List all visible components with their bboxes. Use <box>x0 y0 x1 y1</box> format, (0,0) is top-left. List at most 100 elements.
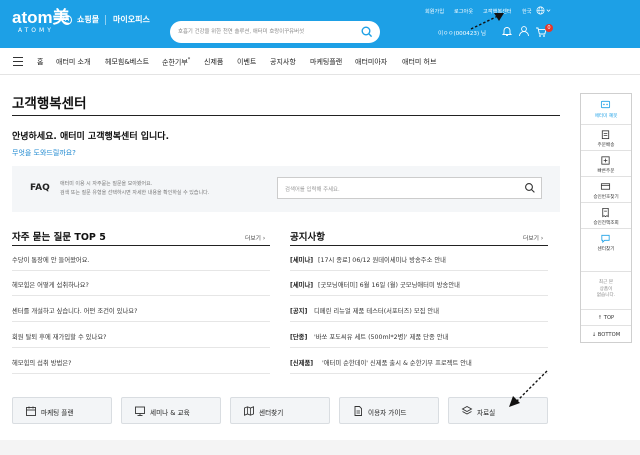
scroll-bottom-button[interactable]: ↓ BOTTOM <box>581 327 631 343</box>
gnb-marketing-plan[interactable]: 마케팅플랜 <box>310 57 342 67</box>
faq-item-text: 회원 탈퇴 후에 재가입할 수 있나요? <box>12 334 107 341</box>
faq-item[interactable]: 센터를 개설하고 싶습니다. 어떤 조건이 있나요? <box>12 300 270 322</box>
gnb-events[interactable]: 이벤트 <box>237 57 256 67</box>
center-finder-button[interactable]: 센터찾기 <box>230 397 330 424</box>
faq-top5-divider <box>12 245 270 246</box>
chevron-down-icon <box>546 9 551 12</box>
marketing-plan-button[interactable]: 마케팅 플랜 <box>12 397 112 424</box>
faq-more-link[interactable]: 더보기 › <box>245 233 265 242</box>
map-icon <box>244 406 254 416</box>
chat-bubble-icon <box>601 234 610 244</box>
title-divider <box>12 115 560 116</box>
footer-strip <box>0 440 640 455</box>
quick-menu-order-delivery[interactable]: 주문배송 <box>581 126 631 151</box>
quick-menu-center-finder[interactable]: 센터찾기 <box>581 230 631 272</box>
quick-order-icon <box>601 156 610 165</box>
layers-icon <box>461 405 473 415</box>
notice-tag: [세미나] <box>290 257 314 264</box>
greeting-text: 안녕하세요. 애터미 고객행복센터 입니다. <box>12 132 169 142</box>
user-guide-label: 이용자 가이드 <box>368 409 407 417</box>
header-divider <box>105 15 106 25</box>
search-icon[interactable] <box>524 182 536 194</box>
gnb-notices[interactable]: 공지사항 <box>270 57 296 67</box>
notice-item[interactable]: [세미나] [17시 종료] 06/12 원데이세미나 방송주소 안내 <box>290 249 548 271</box>
faq-search-input[interactable]: 검색어를 입력해 주세요. <box>277 177 542 199</box>
page-title: 고객행복센터 <box>12 96 87 112</box>
center-finder-label: 센터찾기 <box>259 409 284 417</box>
quick-menu-atomy-bot[interactable]: 애터미 혜봇 <box>581 94 631 125</box>
faq-description-1: 애터미 이용 시 자주묻는 질문을 모아봤어요. <box>60 181 153 187</box>
gnb-hemohim-best[interactable]: 헤모힘&베스트 <box>105 57 149 67</box>
gnb-atomy-aja[interactable]: 애터미아자 <box>355 57 387 67</box>
recent-products-box: 최근 본 상품이 없습니다. <box>581 272 631 310</box>
user-icon[interactable] <box>518 25 530 37</box>
logout-link[interactable]: 로그아웃 <box>454 8 473 15</box>
faq-item[interactable]: 수당이 통장에 안 들어왔어요. <box>12 249 270 271</box>
globe-icon[interactable] <box>536 6 545 15</box>
gnb-atomy-hub[interactable]: 애터미 허브 <box>402 57 436 67</box>
faq-item[interactable]: 헤모힘은 어떻게 섭취하나요? <box>12 274 270 296</box>
faq-item-text: 헤모힘의 섭취 방법은? <box>12 360 72 367</box>
notice-text: 디페린 리뉴얼 제품 테스터(서포터즈) 모집 안내 <box>314 308 439 315</box>
faq-search-panel: FAQ 애터미 이용 시 자주묻는 질문을 모아봤어요. 검색 또는 질문 유형… <box>12 166 560 212</box>
notice-more-link[interactable]: 더보기 › <box>523 233 543 242</box>
notice-divider <box>290 245 548 246</box>
top-header: atom美 ATOMY A 쇼핑몰 마이오피스 호흡기 건강을 위한 천연 솔루… <box>0 0 640 48</box>
search-placeholder: 호흡기 건강을 위한 천연 솔루션, 애터미 호랑이꾸유버섯 <box>178 29 305 35</box>
recent-text: 없습니다. <box>596 293 616 298</box>
help-link[interactable]: 무엇을 도와드릴까요? <box>12 148 76 158</box>
quick-menu-label: 승인전액조회 <box>593 221 619 226</box>
gnb-new-mark: * <box>187 57 191 63</box>
gnb-new-products[interactable]: 신제품 <box>204 57 223 67</box>
faq-item-text: 수당이 통장에 안 들어왔어요. <box>12 257 90 264</box>
brand-circle-icon[interactable]: A <box>62 15 72 25</box>
quick-menu-quick-order[interactable]: 빠른주문 <box>581 152 631 177</box>
quick-menu-approval-search[interactable]: 승인번호찾기 <box>581 178 631 203</box>
gnb-about[interactable]: 애터미 소개 <box>56 57 90 67</box>
gnb-home[interactable]: 홈 <box>37 57 43 67</box>
faq-description-2: 검색 또는 질문 유형을 선택하시면 자세한 내용을 확인하실 수 있습니다. <box>60 190 210 196</box>
document-icon <box>354 406 362 416</box>
receipt-icon <box>602 207 609 218</box>
faq-item[interactable]: 헤모힘의 섭취 방법은? <box>12 352 270 374</box>
logo-subtext: ATOMY <box>18 27 54 34</box>
search-icon[interactable] <box>360 25 374 39</box>
scroll-top-button[interactable]: ↑ TOP <box>581 310 631 326</box>
notice-text: [17시 종료] 06/12 원데이세미나 방송주소 안내 <box>318 257 446 264</box>
main-search-box[interactable]: 호흡기 건강을 위한 천연 솔루션, 애터미 호랑이꾸유버섯 <box>170 21 380 43</box>
faq-top5-title: 자주 묻는 질문 TOP 5 <box>12 232 106 243</box>
quick-menu-label: 빠른주문 <box>597 169 615 174</box>
hamburger-menu-icon[interactable] <box>13 57 23 66</box>
user-guide-button[interactable]: 이용자 가이드 <box>339 397 439 424</box>
notice-tag: [신제품] <box>290 360 314 367</box>
signup-link[interactable]: 회원가입 <box>425 8 444 15</box>
notice-item[interactable]: [세미나] [굿모닝애터미] 6월 16일 (월) 굿모닝애터미 방송안내 <box>290 274 548 296</box>
logo-wordmark: atom美 <box>12 8 70 27</box>
marketing-plan-label: 마케팅 플랜 <box>41 409 74 417</box>
notice-item[interactable]: [신제품] '애터미 순한데이' 신제품 출시 & 순한기부 프로젝트 안내 <box>290 352 548 374</box>
notice-text: '바쏘 포도씨유 세트 (500ml*2병)' 제품 단종 안내 <box>314 334 449 341</box>
notice-title: 공지사항 <box>290 232 325 243</box>
notice-tag: [단종] <box>290 334 308 341</box>
gnb-donation[interactable]: 순한기부* <box>162 57 190 67</box>
approval-icon <box>600 183 611 190</box>
seminar-education-button[interactable]: 세미나 & 교육 <box>121 397 221 424</box>
notice-tag: [세미나] <box>290 282 314 289</box>
customer-center-link[interactable]: 고객행복센터 <box>483 8 512 15</box>
gnb-donation-label: 순한기부 <box>162 58 188 67</box>
language-select[interactable]: 한국 <box>522 8 532 15</box>
quick-menu-label: 애터미 혜봇 <box>594 114 618 119</box>
presentation-icon <box>135 406 145 416</box>
notice-item[interactable]: [공지] 디페린 리뉴얼 제품 테스터(서포터즈) 모집 안내 <box>290 300 548 322</box>
seminar-education-label: 세미나 & 교육 <box>150 409 190 417</box>
notice-item[interactable]: [단종] '바쏘 포도씨유 세트 (500ml*2병)' 제품 단종 안내 <box>290 326 548 348</box>
quick-menu-label: 센터찾기 <box>597 247 615 252</box>
resources-label: 자료실 <box>477 409 496 417</box>
nav-my-office[interactable]: 마이오피스 <box>113 14 150 25</box>
quick-menu-approval-amount[interactable]: 승인전액조회 <box>581 204 631 229</box>
resources-button[interactable]: 자료실 <box>448 397 548 424</box>
atomy-logo[interactable]: atom美 ATOMY <box>12 9 70 34</box>
bell-icon[interactable] <box>501 25 513 37</box>
nav-shopping-mall[interactable]: 쇼핑몰 <box>77 14 99 25</box>
faq-item[interactable]: 회원 탈퇴 후에 재가입할 수 있나요? <box>12 326 270 348</box>
